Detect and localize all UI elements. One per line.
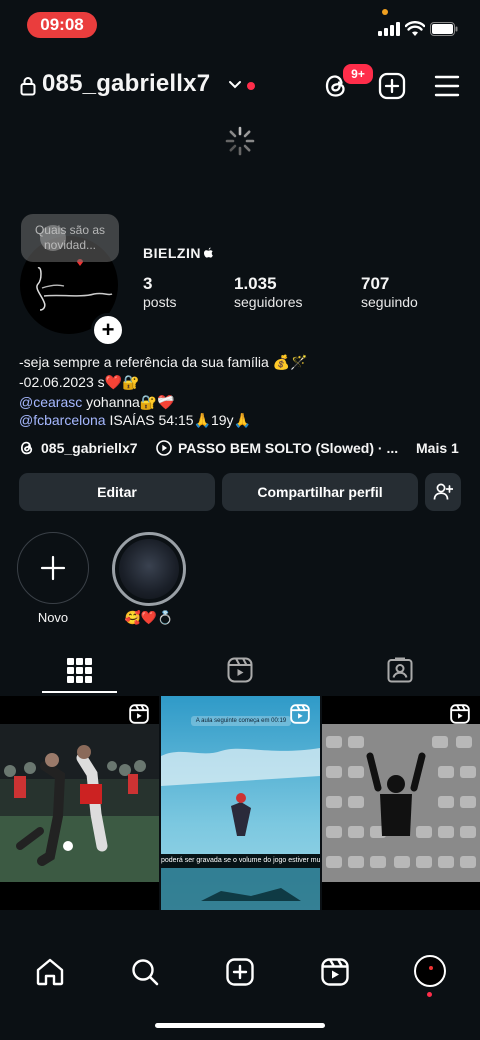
highlight-label: Novo <box>37 610 69 625</box>
lock-icon <box>20 77 36 96</box>
tagged-tab-icon[interactable] <box>387 657 413 683</box>
reel-icon <box>129 704 149 724</box>
status-time: 09:08 <box>27 12 97 38</box>
posts-label: posts <box>143 294 177 310</box>
highlight-item[interactable] <box>112 532 186 606</box>
cellular-signal-icon <box>378 22 400 36</box>
bio-line-3: @cearasc yohanna🔐❤️‍🩹 <box>19 394 175 410</box>
edit-profile-button[interactable]: Editar <box>19 473 215 511</box>
battery-icon <box>430 22 458 36</box>
play-circle-icon <box>156 440 172 456</box>
post-thumbnail[interactable] <box>0 696 159 910</box>
highlight-label: 🥰❤️💍 <box>124 610 174 625</box>
stat-following[interactable]: 707 seguindo <box>361 274 418 310</box>
add-person-icon <box>433 483 453 500</box>
threads-small-icon <box>20 441 33 455</box>
music-link[interactable]: PASSO BEM SOLTO (Slowed) · ... <box>156 440 398 456</box>
privacy-indicator <box>382 9 388 15</box>
following-count: 707 <box>361 274 390 293</box>
post-thumbnail[interactable]: A aula seguinte começa em 00:19 poderá s… <box>161 696 320 910</box>
reels-tab-icon[interactable] <box>227 657 253 683</box>
display-name: BIELZIN <box>143 245 214 261</box>
mention-link[interactable]: @fcbarcelona <box>19 412 106 428</box>
stadium-seats-image <box>322 724 480 882</box>
followers-label: seguidores <box>234 294 303 310</box>
mention-link[interactable]: @cearasc <box>19 394 82 410</box>
new-highlight-button[interactable] <box>17 532 89 604</box>
loading-spinner-icon <box>225 126 255 156</box>
highlight-cover <box>119 539 179 599</box>
share-profile-button[interactable]: Compartilhar perfil <box>222 473 418 511</box>
followers-count: 1.035 <box>234 274 277 293</box>
create-icon[interactable] <box>225 957 255 987</box>
reel-icon <box>450 704 470 724</box>
notification-badge: 9+ <box>341 62 375 86</box>
note-bubble[interactable]: Quais são as novidad... <box>21 214 119 262</box>
reels-icon[interactable] <box>320 957 350 987</box>
home-indicator <box>155 1023 325 1028</box>
search-icon[interactable] <box>130 957 160 987</box>
chevron-down-icon[interactable] <box>228 80 242 90</box>
bio-line-1: -seja sempre a referência da sua família… <box>19 354 308 370</box>
bio-line-2: -02.06.2023 s❤️🔐 <box>19 374 140 390</box>
threads-link[interactable]: 085_gabriellx7 <box>19 440 138 456</box>
add-story-button[interactable]: + <box>91 313 125 347</box>
discover-people-button[interactable] <box>425 473 461 511</box>
grid-tab-icon[interactable] <box>67 658 92 683</box>
profile-tab-avatar[interactable] <box>414 955 446 987</box>
apple-icon <box>203 247 213 258</box>
active-tab-indicator <box>42 691 117 693</box>
profile-notification-dot <box>427 992 432 997</box>
threads-handle: 085_gabriellx7 <box>41 440 138 456</box>
wifi-icon <box>405 21 425 36</box>
plus-icon <box>40 555 66 581</box>
stat-posts[interactable]: 3 posts <box>143 274 176 310</box>
create-post-icon[interactable] <box>378 72 406 100</box>
avatar-heart-dot <box>429 966 433 970</box>
note-touch-indicator <box>40 225 66 251</box>
video-caption: poderá ser gravada se o volume do jogo e… <box>161 854 320 868</box>
home-icon[interactable] <box>35 957 65 987</box>
profile-username[interactable]: 085_gabriellx7 <box>42 70 210 98</box>
following-label: seguindo <box>361 294 418 310</box>
posts-count: 3 <box>143 274 153 293</box>
music-title: PASSO BEM SOLTO (Slowed) · ... <box>178 440 399 456</box>
account-notification-dot <box>247 82 255 90</box>
more-links[interactable]: Mais 1 <box>416 440 459 456</box>
post-thumbnail[interactable] <box>322 696 480 910</box>
reel-icon <box>290 704 310 724</box>
soccer-players-image <box>0 724 159 882</box>
game-scene-image <box>161 748 320 910</box>
bio-line-4: @fcbarcelona ISAÍAS 54:15🙏19y🙏 <box>19 412 251 428</box>
menu-icon[interactable] <box>434 74 460 98</box>
stat-followers[interactable]: 1.035 seguidores <box>234 274 303 310</box>
